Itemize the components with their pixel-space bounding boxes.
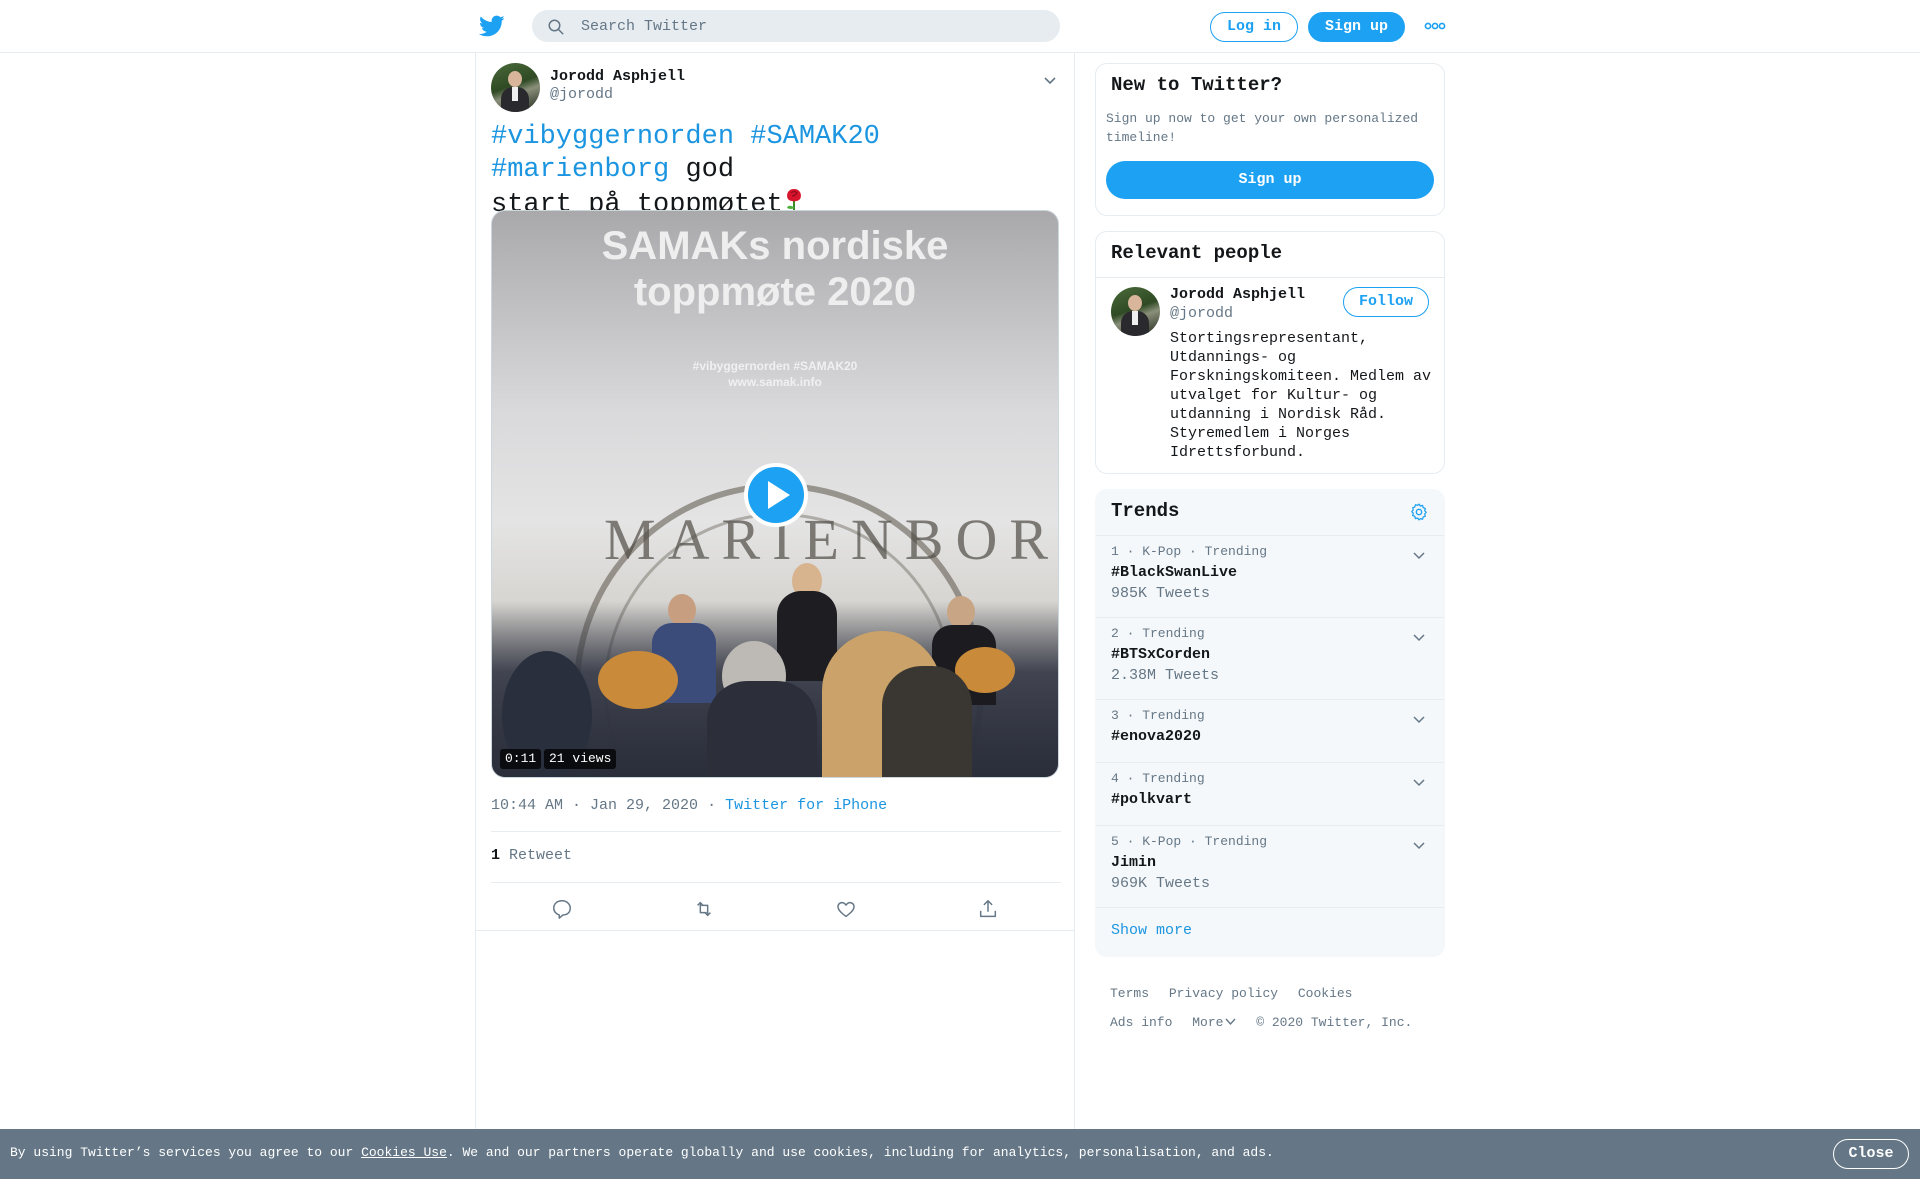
more-dots-icon[interactable]: [1424, 18, 1446, 34]
reply-icon[interactable]: [551, 898, 573, 920]
trends-card: Trends 1 · K-Pop · Trending #BlackSwanLi…: [1095, 489, 1445, 957]
follow-button[interactable]: Follow: [1343, 287, 1429, 317]
sidebar-signup-button[interactable]: Sign up: [1106, 161, 1434, 199]
tweet-timestamp[interactable]: 10:44 AM · Jan 29, 2020: [491, 797, 698, 814]
trend-item[interactable]: 2 · Trending #BTSxCorden 2.38M Tweets: [1096, 617, 1444, 699]
trend-item[interactable]: 5 · K-Pop · Trending Jimin 969K Tweets: [1096, 825, 1444, 907]
share-icon[interactable]: [977, 898, 999, 920]
trend-count: 2.38M Tweets: [1111, 667, 1220, 684]
person-name[interactable]: Jorodd Asphjell: [1170, 286, 1305, 303]
tweet-header: Jorodd Asphjell @jorodd: [491, 63, 1061, 113]
search-icon: [548, 19, 564, 35]
video-duration: 0:11: [500, 749, 542, 769]
play-icon: [768, 481, 790, 509]
meta-separator: ·: [707, 797, 717, 814]
chevron-down-icon[interactable]: [1412, 775, 1426, 789]
footer-ads-info-link[interactable]: Ads info: [1110, 1015, 1172, 1030]
search-input[interactable]: [581, 11, 1041, 41]
hashtag-link[interactable]: #marienborg: [491, 155, 669, 185]
trend-item[interactable]: 4 · Trending #polkvart: [1096, 762, 1444, 825]
trend-count: 985K Tweets: [1111, 585, 1211, 602]
cookie-close-button[interactable]: Close: [1833, 1139, 1909, 1169]
settings-gear-icon[interactable]: [1409, 502, 1429, 522]
card-title: New to Twitter?: [1111, 74, 1283, 96]
retweet-icon[interactable]: [693, 898, 715, 920]
divider: [1096, 907, 1444, 908]
trend-meta: 5 · K-Pop · Trending: [1111, 834, 1268, 849]
chevron-down-icon[interactable]: [1412, 630, 1426, 644]
twitter-bird-icon[interactable]: [479, 13, 505, 39]
tweet-column: Jorodd Asphjell @jorodd #vibyggernorden …: [475, 53, 1075, 1179]
tweet-text: #vibyggernorden #SAMAK20 #marienborg god…: [491, 121, 1061, 222]
tweet-text-part: god: [685, 155, 735, 185]
new-to-twitter-card: New to Twitter? Sign up now to get your …: [1095, 63, 1445, 216]
tweet-actions: [491, 898, 1061, 928]
login-button[interactable]: Log in: [1210, 12, 1298, 42]
tweet-video[interactable]: SAMAKs nordiske toppmøte 2020 #vibyggern…: [491, 210, 1059, 778]
hashtag-link[interactable]: #SAMAK20: [750, 122, 880, 152]
trend-item[interactable]: 3 · Trending #enova2020: [1096, 699, 1444, 762]
video-screen-caption: #vibyggernorden #SAMAK20 www.samak.info: [692, 359, 858, 389]
person-avatar[interactable]: [1111, 287, 1160, 336]
trend-meta: 2 · Trending: [1111, 626, 1205, 641]
top-navigation-bar: Log in Sign up: [0, 0, 1920, 53]
footer-privacy-link[interactable]: Privacy policy: [1169, 986, 1278, 1001]
footer-copyright: © 2020 Twitter, Inc.: [1256, 1015, 1413, 1030]
cookie-consent-bar: By using Twitter’s services you agree to…: [0, 1129, 1920, 1179]
trend-item[interactable]: 1 · K-Pop · Trending #BlackSwanLive 985K…: [1096, 535, 1444, 617]
trend-name: Jimin: [1111, 854, 1157, 871]
chevron-down-icon: [1225, 1018, 1236, 1026]
trend-meta: 3 · Trending: [1111, 708, 1205, 723]
card-title: Relevant people: [1111, 242, 1283, 264]
trend-count: 969K Tweets: [1111, 875, 1211, 892]
cookie-text: By using Twitter’s services you agree to…: [10, 1145, 1274, 1160]
person-handle[interactable]: @jorodd: [1170, 305, 1233, 322]
trend-name: #polkvart: [1111, 791, 1193, 808]
divider: [476, 930, 1074, 931]
author-name[interactable]: Jorodd Asphjell: [550, 68, 685, 85]
trend-meta: 4 · Trending: [1111, 771, 1205, 786]
chevron-down-icon[interactable]: [1412, 712, 1426, 726]
footer-terms-link[interactable]: Terms: [1110, 986, 1149, 1001]
signup-description: Sign up now to get your own personalized…: [1106, 111, 1419, 145]
trend-meta: 1 · K-Pop · Trending: [1111, 544, 1268, 559]
chevron-down-icon[interactable]: [1412, 548, 1426, 562]
card-title: Trends: [1111, 500, 1180, 522]
retweet-count-label: Retweet: [509, 847, 573, 864]
video-screen-title: SAMAKs nordiske toppmøte 2020: [601, 224, 949, 314]
footer-cookies-link[interactable]: Cookies: [1298, 986, 1353, 1001]
hashtag-link[interactable]: #vibyggernorden: [491, 122, 734, 152]
trend-name: #enova2020: [1111, 728, 1202, 745]
footer-more-menu[interactable]: More: [1192, 1015, 1236, 1030]
tweet-meta: 10:44 AM · Jan 29, 2020 · Twitter for iP…: [491, 797, 887, 814]
show-more-link[interactable]: Show more: [1111, 922, 1192, 939]
cookies-use-link[interactable]: Cookies Use: [361, 1145, 447, 1160]
divider: [491, 831, 1061, 832]
play-button[interactable]: [744, 463, 808, 527]
signup-button[interactable]: Sign up: [1308, 12, 1405, 42]
tweet-source-link[interactable]: Twitter for iPhone: [725, 797, 887, 814]
relevant-people-card: Relevant people Jorodd Asphjell @jorodd …: [1095, 231, 1445, 474]
footer-more-label: More: [1192, 1015, 1224, 1030]
divider: [491, 882, 1061, 883]
trend-name: #BTSxCorden: [1111, 646, 1211, 663]
chevron-down-icon[interactable]: [1412, 838, 1426, 852]
tweet-stats[interactable]: 1 Retweet: [491, 847, 572, 864]
author-avatar[interactable]: [491, 63, 540, 112]
author-handle[interactable]: @jorodd: [550, 86, 613, 103]
video-views: 21 views: [544, 749, 617, 769]
trend-name: #BlackSwanLive: [1111, 564, 1238, 581]
chevron-down-icon[interactable]: [1042, 72, 1058, 88]
person-bio: Stortingsrepresentant, Utdannings- og Fo…: [1170, 330, 1432, 461]
search-box[interactable]: [532, 10, 1060, 42]
retweet-count: 1: [491, 847, 501, 864]
like-icon[interactable]: [835, 898, 857, 920]
